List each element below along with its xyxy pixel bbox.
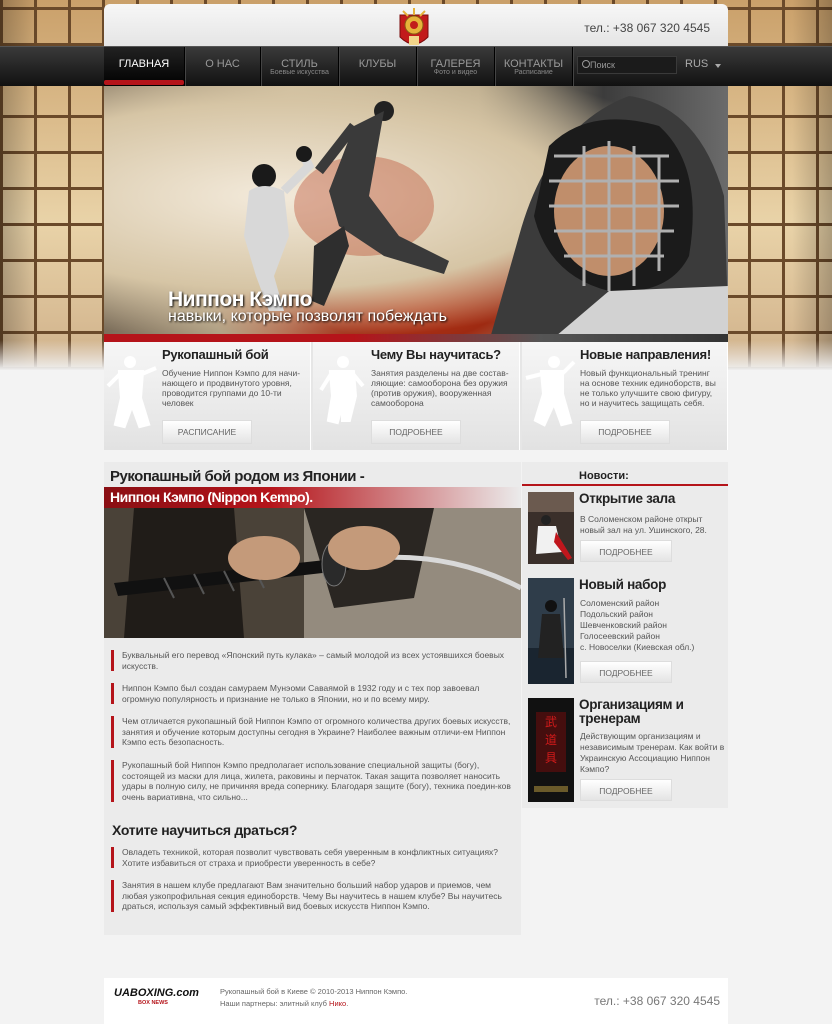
nav-item-style[interactable]: СТИЛЬ Боевые искусства — [261, 47, 339, 87]
footer-logo-text: UABOXING.com — [114, 987, 199, 999]
news-heading: Новости: — [579, 470, 629, 482]
header-phone: тел.: +38 067 320 4545 — [584, 21, 710, 35]
schedule-button[interactable]: РАСПИСАНИЕ — [162, 420, 252, 444]
chevron-down-icon[interactable] — [715, 64, 721, 68]
feature-what-you-learn: Чему Вы научитась? Занятия разделены на … — [313, 342, 520, 450]
nav-item-about[interactable]: О НАС — [185, 47, 261, 87]
footer: UABOXING.com BOX NEWS Рукопашный бой в К… — [104, 978, 728, 1024]
news-text: Действующим организациям и независимым т… — [580, 731, 725, 774]
news-text: Соломенский район Подольский район Шевче… — [580, 598, 695, 652]
footer-copyright: Рукопашный бой в Киеве © 2010-2013 Ниппо… — [220, 987, 408, 996]
katana-image — [104, 508, 521, 638]
article-paragraph: Ниппон Кэмпо был создан самураем Мунэоми… — [111, 683, 514, 704]
main-nav: ГЛАВНАЯ О НАС СТИЛЬ Боевые искусства КЛУ… — [0, 46, 832, 87]
footer-partners: Наши партнеры: элитный клуб Нико. — [220, 998, 407, 1010]
svg-text:武: 武 — [545, 715, 557, 729]
article-subheading: Хотите научиться драться? — [112, 822, 298, 838]
nav-sublabel: Боевые искусства — [270, 69, 329, 76]
feature-title: Чему Вы научитась? — [371, 347, 501, 362]
news-thumbnail[interactable]: 武 道 具 — [528, 698, 574, 802]
more-button[interactable]: ПОДРОБНЕЕ — [580, 540, 672, 562]
feature-hand-to-hand: Рукопашный бой Обучение Ниппон Кэмпо для… — [104, 342, 311, 450]
main-article: Рукопашный бой родом из Японии - Ниппон … — [104, 462, 521, 935]
news-thumbnail[interactable] — [528, 492, 574, 564]
svg-text:道: 道 — [545, 733, 557, 747]
news-title[interactable]: Открытие зала — [579, 492, 724, 506]
nav-sublabel: Фото и видео — [433, 69, 478, 76]
news-sidebar: Новости: Открытие зала В Соломенском рай… — [522, 462, 728, 808]
news-text: В Соломенском районе открыт новый зал на… — [580, 514, 707, 535]
fighter-silhouette-icon — [525, 356, 576, 427]
feature-title: Рукопашный бой — [162, 347, 269, 362]
fighter-silhouette-icon — [319, 356, 365, 425]
partner-link[interactable]: Нико — [329, 999, 346, 1008]
article-red-band: Ниппон Кэмпо (Nippon Kempo). — [104, 487, 521, 508]
nav-item-gallery[interactable]: ГАЛЕРЕЯ Фото и видео — [417, 47, 495, 87]
article-paragraph: Занятия в нашем клубе предлагают Вам зна… — [111, 880, 514, 912]
footer-partners-suffix: . — [346, 999, 349, 1008]
article-paragraph: Буквальный его перевод «Японский путь ку… — [111, 650, 514, 671]
uaboxing-logo[interactable]: UABOXING.com BOX NEWS — [114, 987, 199, 1006]
nav-sublabel: Расписание — [514, 69, 553, 76]
feature-new-directions: Новые направления! Новый функциональный … — [522, 342, 728, 450]
news-title[interactable]: Организациям и тренерам — [579, 698, 724, 726]
news-thumbnail[interactable] — [528, 578, 574, 684]
more-button[interactable]: ПОДРОБНЕЕ — [580, 420, 670, 444]
more-button[interactable]: ПОДРОБНЕЕ — [580, 779, 672, 801]
more-button[interactable]: ПОДРОБНЕЕ — [580, 661, 672, 683]
footer-logo-sub: BOX NEWS — [138, 1000, 168, 1006]
nav-item-contacts[interactable]: КОНТАКТЫ Расписание — [495, 47, 573, 87]
footer-partners-prefix: Наши партнеры: элитный клуб — [220, 999, 330, 1008]
article-paragraph: Овладеть техникой, которая позволит чувс… — [111, 847, 514, 868]
feature-text: Обучение Ниппон Кэмпо для начи-нающего и… — [162, 368, 301, 408]
svg-text:具: 具 — [545, 751, 557, 765]
language-selector[interactable]: RUS — [685, 58, 708, 70]
nav-item-home[interactable]: ГЛАВНАЯ — [104, 47, 185, 87]
article-paragraph: Рукопашный бой Ниппон Кэмпо предполагает… — [111, 760, 514, 802]
hero-subtitle: навыки, которые позволят побеждать — [168, 308, 447, 325]
feature-text: Занятия разделены на две состав-ляющие: … — [371, 368, 509, 408]
article-heading: Рукопашный бой родом из Японии - — [110, 468, 365, 485]
search-input[interactable]: Поиск — [577, 56, 677, 74]
footer-phone: тел.: +38 067 320 4545 — [594, 994, 720, 1008]
search-icon — [582, 60, 590, 68]
news-title[interactable]: Новый набор — [579, 578, 724, 592]
feature-title: Новые направления! — [580, 347, 711, 362]
nav-label: О НАС — [205, 58, 240, 70]
hero-accent-bar — [104, 334, 728, 342]
more-button[interactable]: ПОДРОБНЕЕ — [371, 420, 461, 444]
helmeted-fighter-image — [489, 96, 728, 342]
footer-copyright-block: Рукопашный бой в Киеве © 2010-2013 Ниппо… — [220, 986, 407, 1010]
hero-banner: Ниппон Кэмпо навыки, которые позволят по… — [104, 86, 728, 342]
article-band-title: Ниппон Кэмпо (Nippon Kempo). — [110, 489, 313, 505]
nav-item-clubs[interactable]: КЛУБЫ — [339, 47, 417, 87]
article-paragraph: Чем отличается рукопашный бой Ниппон Кэм… — [111, 716, 514, 748]
nav-label: ГЛАВНАЯ — [118, 58, 170, 70]
feature-blocks: Рукопашный бой Обучение Ниппон Кэмпо для… — [104, 342, 728, 450]
news-header: Новости: — [522, 462, 728, 486]
fighter-silhouette-icon — [106, 356, 157, 429]
feature-text: Новый функциональный тренинг на основе т… — [580, 368, 716, 408]
header: тел.: +38 067 320 4545 — [104, 4, 728, 48]
nav-label: КЛУБЫ — [358, 58, 397, 70]
